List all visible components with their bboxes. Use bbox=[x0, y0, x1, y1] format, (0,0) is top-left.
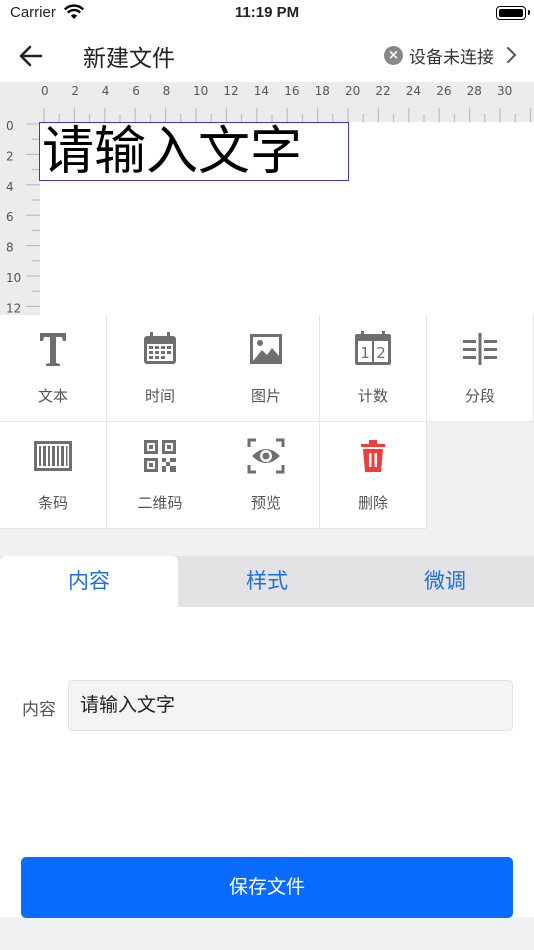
ruler-label: 12 bbox=[223, 84, 238, 98]
ruler-label: 6 bbox=[6, 210, 14, 224]
ruler-label: 28 bbox=[467, 84, 482, 98]
tool-label: 删除 bbox=[357, 494, 388, 512]
tool-label: 时间 bbox=[144, 387, 175, 405]
ruler-label: 2 bbox=[71, 84, 79, 98]
ruler-label: 4 bbox=[6, 180, 14, 194]
trash-icon bbox=[361, 440, 385, 472]
ruler-label: 10 bbox=[193, 84, 208, 98]
svg-text:2: 2 bbox=[376, 344, 386, 362]
eye-icon bbox=[247, 438, 285, 474]
nav-bar: 新建文件 × 设备未连接 bbox=[0, 28, 534, 82]
save-file-button[interactable]: 保存文件 bbox=[21, 857, 513, 918]
device-status-label: 设备未连接 bbox=[409, 48, 494, 68]
battery-icon bbox=[496, 6, 530, 20]
disconnected-icon: × bbox=[384, 46, 403, 65]
counter-icon: 1 2 bbox=[355, 331, 391, 365]
tab-content[interactable]: 内容 bbox=[0, 556, 178, 607]
tool-counter[interactable]: 1 2 计数 bbox=[320, 315, 427, 422]
arrow-left-icon[interactable] bbox=[16, 41, 46, 71]
ruler-label: 0 bbox=[6, 119, 14, 133]
ruler-label: 20 bbox=[345, 84, 360, 98]
ruler-label: 8 bbox=[6, 241, 14, 255]
tab-bar: 内容 样式 微调 bbox=[0, 556, 534, 607]
content-panel: 内容 请输入文字 保存文件 bbox=[0, 607, 534, 918]
label-canvas[interactable]: 0 2 4 6 8 10 12 14 16 18 20 22 24 26 28 30 0 2 4 6 8 10 12 请输入… bbox=[0, 82, 534, 315]
tool-qrcode[interactable]: 二维码 bbox=[107, 422, 214, 529]
text-element-content: 请输入文字 bbox=[42, 122, 303, 182]
tool-label: 计数 bbox=[357, 387, 388, 405]
device-status[interactable]: × 设备未连接 bbox=[384, 43, 494, 68]
tool-preview[interactable]: 预览 bbox=[213, 422, 320, 529]
ruler-label: 30 bbox=[497, 84, 512, 98]
ruler-label: 26 bbox=[436, 84, 451, 98]
calendar-icon bbox=[144, 332, 176, 364]
tab-fine-tune[interactable]: 微调 bbox=[356, 556, 534, 607]
ruler-label: 24 bbox=[406, 84, 421, 98]
content-field-label: 内容 bbox=[22, 700, 56, 720]
ruler-marks: 0 2 4 6 8 10 12 14 16 18 20 22 24 26 28 30024681012 bbox=[6, 84, 531, 315]
tool-label: 文本 bbox=[37, 387, 68, 405]
qrcode-icon bbox=[144, 440, 176, 472]
ruler-label: 16 bbox=[284, 84, 299, 98]
chevron-right-icon[interactable] bbox=[504, 44, 520, 66]
status-bar: Carrier 11:19 PM bbox=[0, 0, 534, 28]
ruler-label: 18 bbox=[315, 84, 330, 98]
tool-barcode[interactable]: 条码 bbox=[0, 422, 107, 529]
tool-delete[interactable]: 删除 bbox=[320, 422, 427, 529]
clock: 11:19 PM bbox=[234, 4, 300, 21]
text-element[interactable]: 请输入文字 bbox=[39, 122, 349, 182]
tool-label: 预览 bbox=[250, 494, 281, 512]
tool-image[interactable]: 图片 bbox=[213, 315, 320, 422]
tool-label: 二维码 bbox=[137, 494, 183, 512]
image-icon bbox=[250, 334, 282, 364]
ruler-label: 10 bbox=[6, 271, 21, 285]
tool-label: 条码 bbox=[37, 494, 68, 512]
segment-icon bbox=[463, 333, 497, 365]
ruler-label: 12 bbox=[6, 301, 21, 315]
barcode-icon bbox=[34, 441, 72, 471]
page-title: 新建文件 bbox=[83, 46, 175, 72]
ruler-label: 8 bbox=[163, 84, 171, 98]
ruler-label: 4 bbox=[102, 84, 110, 98]
tool-label: 分段 bbox=[464, 387, 495, 405]
ruler-label: 14 bbox=[254, 84, 269, 98]
tool-time[interactable]: 时间 bbox=[107, 315, 214, 422]
tool-label: 图片 bbox=[250, 387, 281, 405]
svg-text:1: 1 bbox=[360, 344, 370, 362]
tool-grid: 文本 时间 图片 1 2 计数 分段 条码 二维码 预览 删除 bbox=[0, 315, 534, 529]
content-input[interactable]: 请输入文字 bbox=[68, 680, 513, 731]
tool-segment[interactable]: 分段 bbox=[427, 315, 534, 422]
tool-text[interactable]: 文本 bbox=[0, 315, 107, 422]
ruler-label: 0 bbox=[41, 84, 49, 98]
ruler-label: 22 bbox=[375, 84, 390, 98]
ruler-label: 6 bbox=[132, 84, 140, 98]
text-icon bbox=[40, 333, 66, 366]
ruler-label: 2 bbox=[6, 149, 14, 163]
tab-style[interactable]: 样式 bbox=[178, 556, 356, 607]
